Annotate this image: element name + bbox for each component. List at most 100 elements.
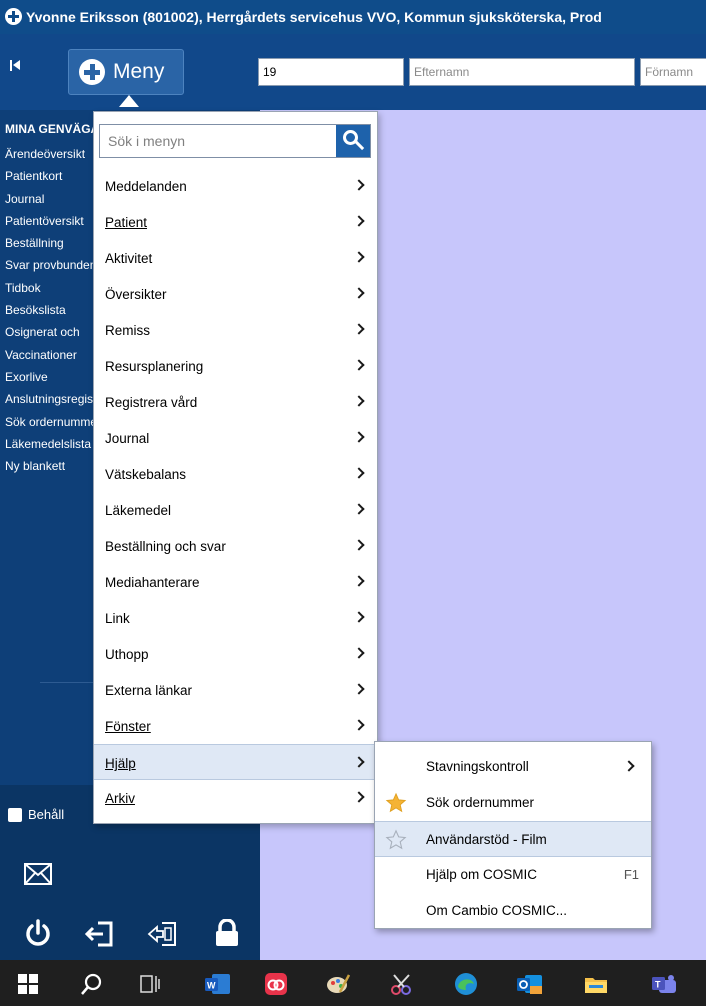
menu-item-remiss[interactable]: Remiss [94, 312, 377, 348]
favorite-item[interactable]: Patientkort [5, 165, 107, 187]
submenu-item-label: Om Cambio COSMIC... [426, 903, 568, 918]
search-button[interactable] [336, 125, 370, 157]
chevron-right-icon [353, 287, 365, 299]
menu-item-label: Läkemedel [105, 503, 172, 518]
menu-item-vatskebalans[interactable]: Vätskebalans [94, 456, 377, 492]
favorite-item[interactable]: Exorlive [5, 366, 107, 388]
menu-item-label: Resursplanering [105, 359, 204, 374]
menu-item-label: Uthopp [105, 647, 149, 662]
chevron-right-icon [353, 719, 365, 731]
favorite-item[interactable]: Journal [5, 188, 107, 210]
menu-item-patient[interactable]: Patient [94, 204, 377, 240]
favorite-item[interactable]: Beställning [5, 232, 107, 254]
menu-item-bestallning-och-svar[interactable]: Beställning och svar [94, 528, 377, 564]
favorite-item[interactable]: Ny blankett [5, 455, 107, 477]
favorite-item[interactable]: Osignerat och [5, 321, 107, 343]
main-menu-dropdown: Sök i menyn Meddelanden Patient Aktivite… [93, 111, 378, 824]
menu-item-label: Mediahanterare [105, 575, 200, 590]
toolbar: Meny 19 Efternamn Förnamn [0, 34, 706, 110]
menu-item-label: Fönster [105, 719, 151, 734]
patient-id-input[interactable]: 19 [258, 58, 404, 86]
menu-item-oversikter[interactable]: Översikter [94, 276, 377, 312]
windows-start-icon[interactable] [18, 974, 38, 994]
chevron-right-icon [353, 215, 365, 227]
menu-item-hjalp[interactable]: Hjälp [94, 744, 377, 780]
menu-item-label: Beställning och svar [105, 539, 226, 554]
outlook-icon[interactable] [516, 972, 544, 996]
menu-item-link[interactable]: Link [94, 600, 377, 636]
chevron-right-icon [353, 503, 365, 515]
submenu-item-anvandarstod-film[interactable]: Användarstöd - Film [375, 821, 651, 857]
chevron-right-icon [353, 395, 365, 407]
chevron-right-icon [353, 683, 365, 695]
menu-item-label: Meddelanden [105, 179, 187, 194]
menu-button[interactable]: Meny [68, 49, 184, 107]
menu-item-label: Link [105, 611, 130, 626]
firstname-input[interactable]: Förnamn [640, 58, 706, 86]
chevron-right-icon [353, 539, 365, 551]
keep-checkbox[interactable]: Behåll [8, 807, 64, 822]
star-filled-icon [385, 792, 407, 813]
submenu-item-stavningskontroll[interactable]: Stavningskontroll [375, 749, 651, 785]
favorite-item[interactable]: Sök ordernummer [5, 411, 107, 433]
task-view-icon[interactable] [138, 972, 162, 996]
menu-item-uthopp[interactable]: Uthopp [94, 636, 377, 672]
chevron-right-icon [353, 359, 365, 371]
menu-item-label: Arkiv [105, 791, 135, 806]
mail-icon[interactable] [24, 863, 52, 885]
favorite-item[interactable]: Ärendeöversikt [5, 143, 107, 165]
power-icon[interactable] [24, 919, 52, 947]
menu-item-resursplanering[interactable]: Resursplanering [94, 348, 377, 384]
menu-item-label: Externa länkar [105, 683, 193, 698]
menu-item-aktivitet[interactable]: Aktivitet [94, 240, 377, 276]
menu-item-meddelanden[interactable]: Meddelanden [94, 168, 377, 204]
submenu-item-label: Användarstöd - Film [426, 832, 547, 847]
word-icon[interactable]: W [204, 972, 232, 996]
snipping-tool-icon[interactable] [390, 972, 414, 996]
menu-item-label: Journal [105, 431, 150, 446]
menu-item-label: Vätskebalans [105, 467, 187, 482]
menu-item-journal[interactable]: Journal [94, 420, 377, 456]
submenu-item-label: Sök ordernummer [426, 795, 535, 810]
menu-item-lakemedel[interactable]: Läkemedel [94, 492, 377, 528]
menu-item-fonster[interactable]: Fönster [94, 708, 377, 744]
menu-item-label: Översikter [105, 287, 167, 302]
logout-icon[interactable] [84, 921, 114, 947]
menu-search-placeholder: Sök i menyn [108, 133, 186, 149]
chevron-right-icon [623, 760, 635, 772]
chevron-right-icon [353, 323, 365, 335]
menu-pointer [119, 95, 139, 107]
favorite-item[interactable]: Svar provbunden [5, 254, 107, 276]
chevron-right-icon [353, 647, 365, 659]
menu-item-arkiv[interactable]: Arkiv [94, 780, 377, 816]
edge-icon[interactable] [454, 972, 478, 996]
lastname-input[interactable]: Efternamn [409, 58, 635, 86]
help-submenu: Stavningskontroll Sök ordernummer Använd… [374, 741, 652, 929]
menu-search-input[interactable]: Sök i menyn [99, 124, 371, 158]
chevron-right-icon [353, 179, 365, 191]
paint-icon[interactable] [326, 972, 350, 996]
teams-icon[interactable]: T [650, 972, 678, 996]
submenu-item-sok-ordernummer[interactable]: Sök ordernummer [375, 785, 651, 821]
collapse-sidebar-icon[interactable] [10, 58, 24, 74]
switch-user-icon[interactable] [146, 921, 178, 947]
menu-item-registrera-vard[interactable]: Registrera vård [94, 384, 377, 420]
favorite-item[interactable]: Läkemedelslista [5, 433, 107, 455]
menu-item-mediahanterare[interactable]: Mediahanterare [94, 564, 377, 600]
favorite-item[interactable]: Vaccinationer [5, 344, 107, 366]
chevron-right-icon [353, 756, 365, 768]
submenu-item-om-cambio-cosmic[interactable]: Om Cambio COSMIC... [375, 893, 651, 929]
menu-item-externa-lankar[interactable]: Externa länkar [94, 672, 377, 708]
creative-cloud-icon[interactable] [264, 972, 288, 996]
menu-button-label: Meny [113, 60, 165, 83]
favorite-item[interactable]: Patientöversikt [5, 210, 107, 232]
favorite-item[interactable]: Tidbok [5, 277, 107, 299]
favorite-item[interactable]: Anslutningsregister [5, 388, 107, 410]
search-icon[interactable] [80, 972, 104, 996]
submenu-item-hjalp-om-cosmic[interactable]: Hjälp om COSMIC F1 [375, 857, 651, 893]
file-explorer-icon[interactable] [584, 972, 608, 996]
lock-icon[interactable] [214, 919, 240, 947]
menu-item-label: Registrera vård [105, 395, 198, 410]
shortcut-label: F1 [623, 867, 639, 882]
favorite-item[interactable]: Besökslista [5, 299, 107, 321]
